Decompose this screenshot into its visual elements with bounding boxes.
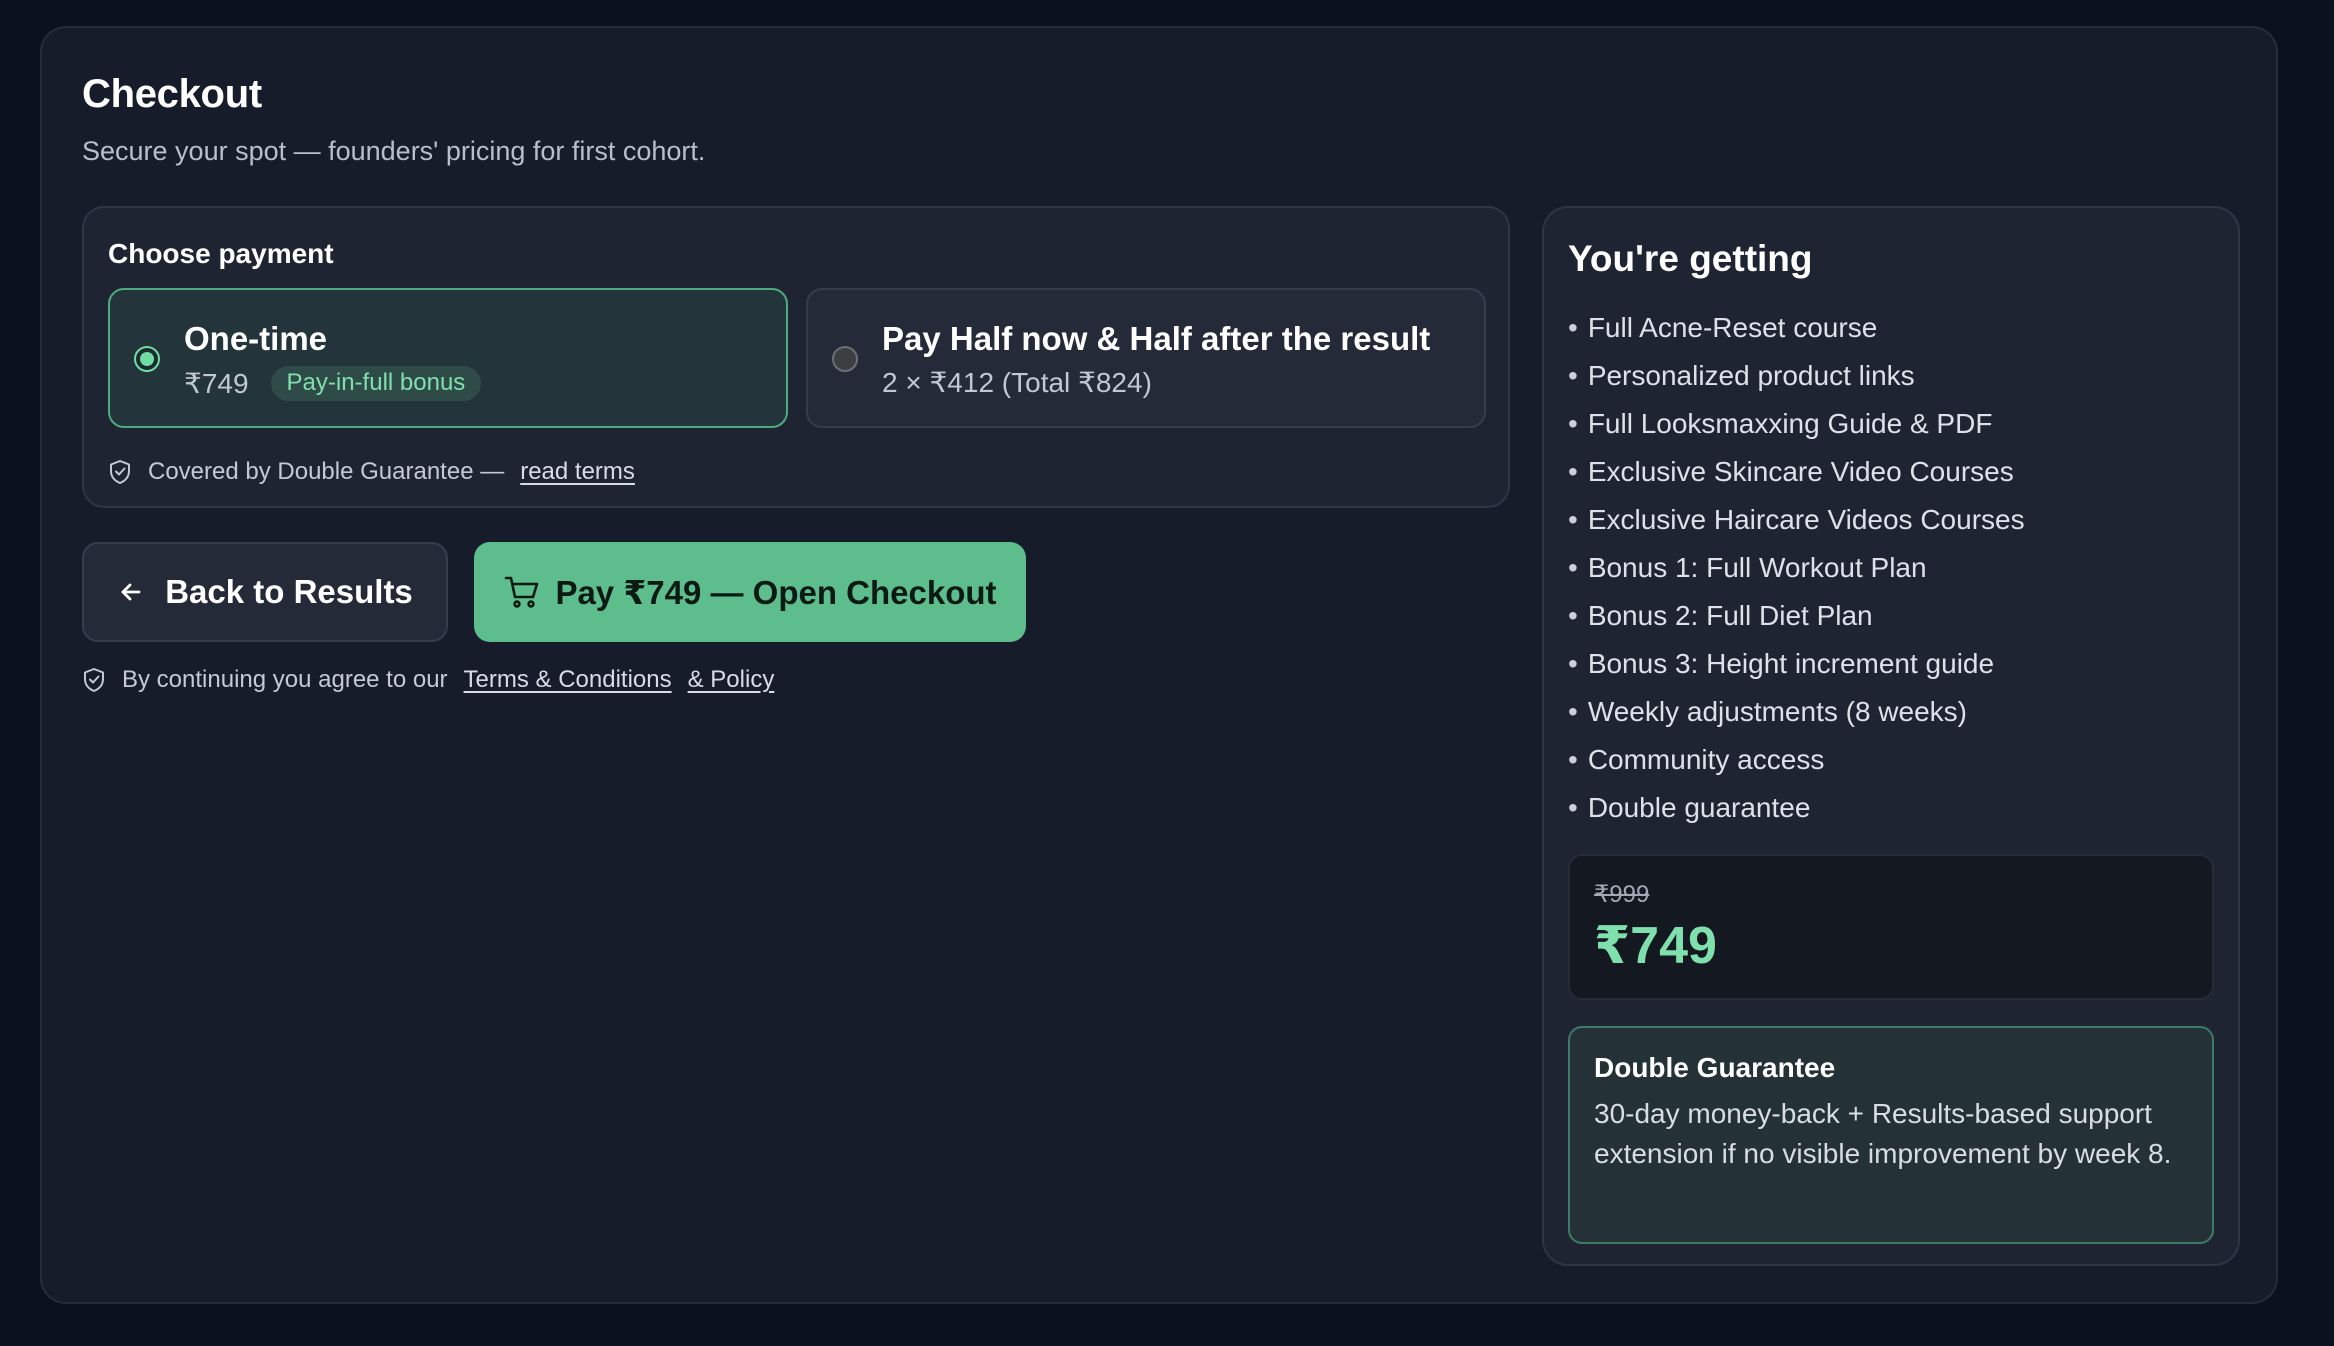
- order-summary-card: You're getting Full Acne-Reset course Pe…: [1542, 206, 2240, 1266]
- page-subtitle: Secure your spot — founders' pricing for…: [82, 136, 706, 166]
- list-item: Exclusive Skincare Video Courses: [1568, 448, 2025, 496]
- pay-open-checkout-button[interactable]: Pay ₹749 — Open Checkout: [474, 542, 1026, 642]
- agreement-text: By continuing you agree to our: [122, 666, 448, 693]
- page-title: Checkout: [82, 72, 262, 116]
- cart-icon: [505, 576, 539, 608]
- list-item: Bonus 3: Height increment guide: [1568, 640, 2025, 688]
- policy-link[interactable]: & Policy: [688, 666, 775, 694]
- list-item: Bonus 1: Full Workout Plan: [1568, 544, 2025, 592]
- payment-option-split[interactable]: Pay Half now & Half after the result 2 ×…: [806, 288, 1486, 428]
- checkout-panel: Checkout Secure your spot — founders' pr…: [40, 26, 2278, 1304]
- terms-conditions-link[interactable]: Terms & Conditions: [464, 666, 672, 694]
- option-price-row: ₹749 Pay-in-full bonus: [184, 366, 482, 401]
- back-to-results-button[interactable]: Back to Results: [82, 542, 448, 642]
- guarantee-title: Double Guarantee: [1594, 1052, 1836, 1083]
- double-guarantee-box: Double Guarantee 30-day money-back + Res…: [1568, 1026, 2214, 1244]
- pay-button-label: Pay ₹749 — Open Checkout: [555, 573, 997, 611]
- agreement-note: By continuing you agree to our Terms & C…: [82, 666, 774, 694]
- list-item: Full Acne-Reset course: [1568, 304, 2025, 352]
- guarantee-note: Covered by Double Guarantee — read terms: [108, 458, 635, 486]
- shield-check-icon: [84, 668, 104, 692]
- payment-option-one-time[interactable]: One-time ₹749 Pay-in-full bonus: [108, 288, 788, 428]
- payment-card-title: Choose payment: [108, 238, 334, 269]
- shield-check-icon: [110, 460, 130, 484]
- list-item: Community access: [1568, 736, 2025, 784]
- arrow-left-icon: [121, 583, 141, 601]
- option-price: 2 × ₹412 (Total ₹824): [882, 367, 1152, 398]
- list-item: Full Looksmaxxing Guide & PDF: [1568, 400, 2025, 448]
- summary-title: You're getting: [1568, 238, 1813, 279]
- price-box: ₹999 ₹749: [1568, 854, 2214, 1000]
- option-price: ₹749: [184, 368, 249, 399]
- list-item: Bonus 2: Full Diet Plan: [1568, 592, 2025, 640]
- payment-card: Choose payment One-time ₹749 Pay-in-full…: [82, 206, 1510, 508]
- option-title: One-time: [184, 320, 328, 357]
- list-item: Double guarantee: [1568, 784, 2025, 832]
- option-title: Pay Half now & Half after the result: [882, 320, 1431, 357]
- guarantee-description: 30-day money-back + Results-based suppor…: [1594, 1098, 2172, 1169]
- current-price: ₹749: [1594, 917, 1717, 975]
- guarantee-text: Covered by Double Guarantee —: [148, 458, 505, 485]
- benefits-list: Full Acne-Reset course Personalized prod…: [1568, 304, 2025, 832]
- old-price: ₹999: [1594, 881, 1650, 908]
- radio-selected[interactable]: [134, 346, 160, 372]
- bonus-badge: Pay-in-full bonus: [270, 366, 482, 401]
- radio-unselected[interactable]: [832, 346, 858, 372]
- list-item: Personalized product links: [1568, 352, 2025, 400]
- list-item: Exclusive Haircare Videos Courses: [1568, 496, 2025, 544]
- back-button-label: Back to Results: [165, 573, 413, 610]
- read-terms-link[interactable]: read terms: [520, 458, 635, 486]
- list-item: Weekly adjustments (8 weeks): [1568, 688, 2025, 736]
